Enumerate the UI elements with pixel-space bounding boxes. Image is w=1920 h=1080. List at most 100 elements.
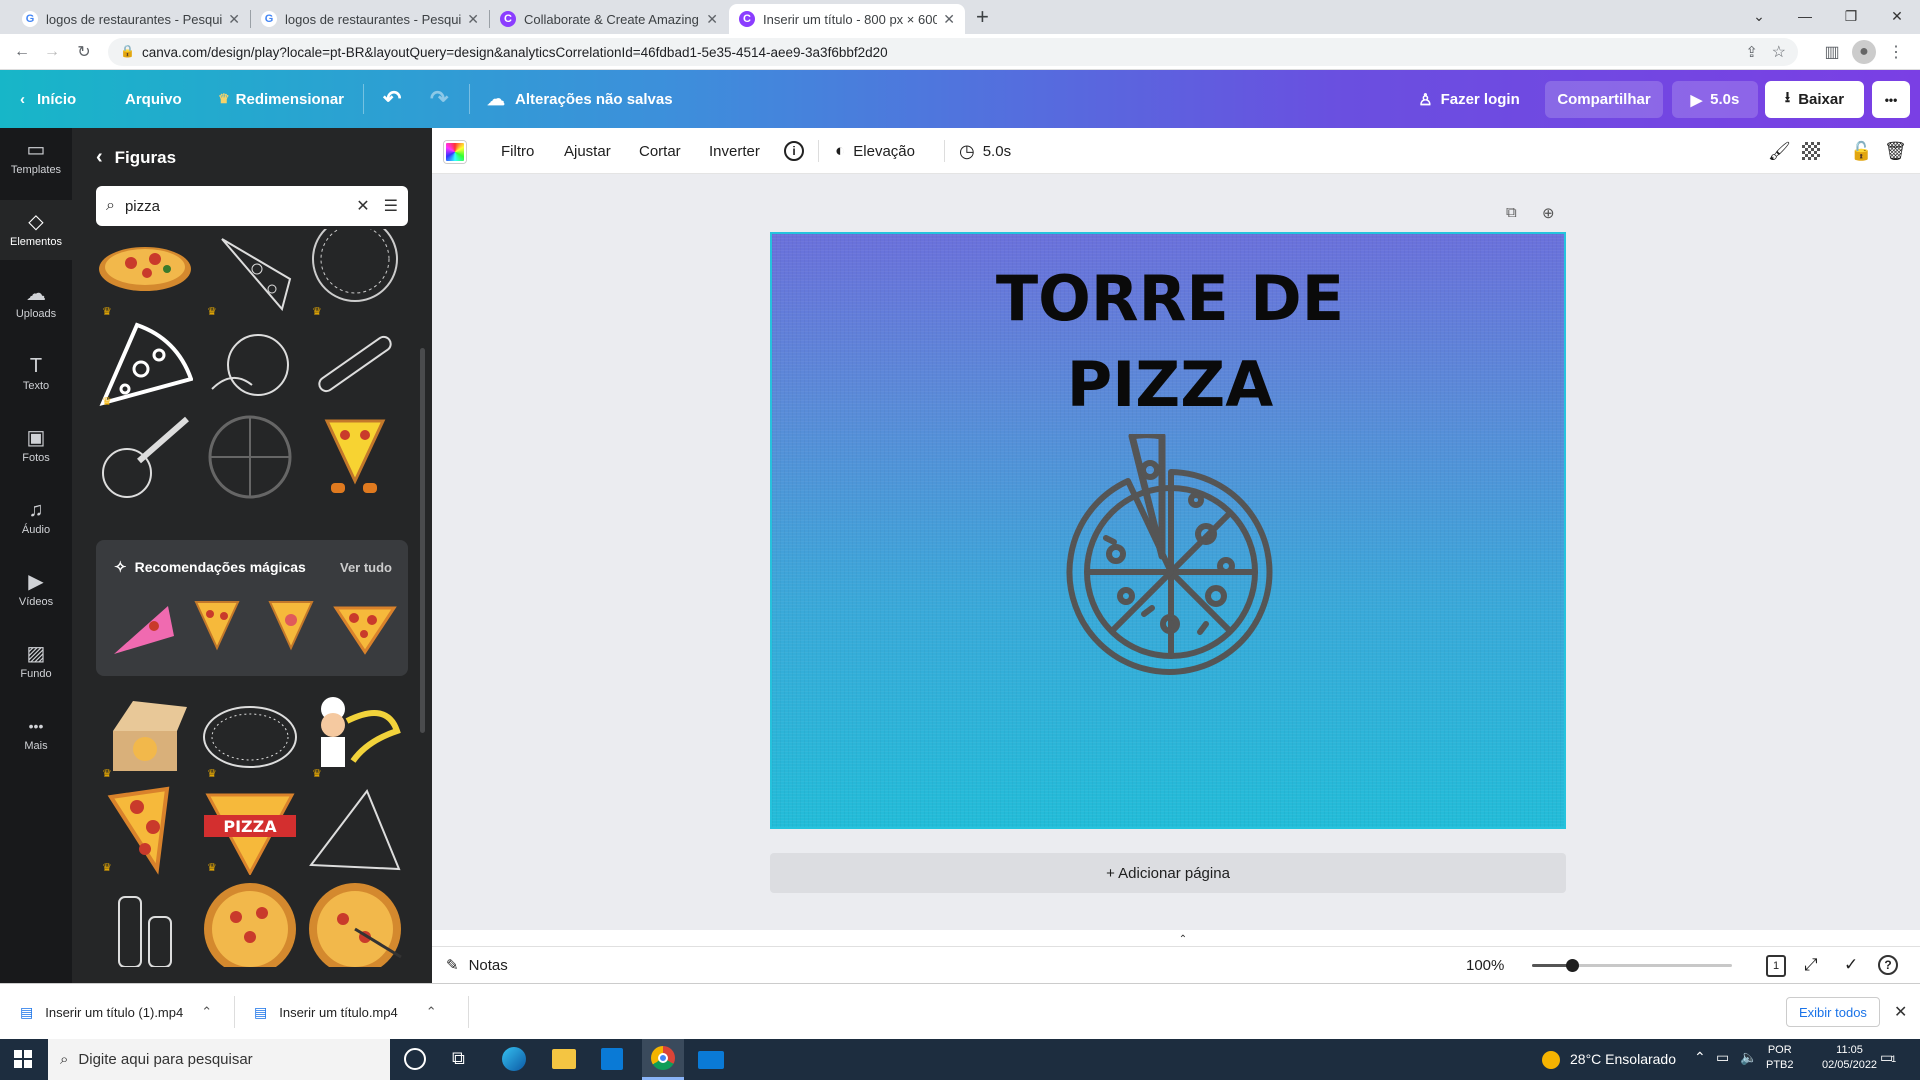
color-picker-icon[interactable]: [444, 141, 466, 163]
pizza-sketch-round[interactable]: ♛: [306, 228, 404, 320]
trash-icon[interactable]: 🗑: [1884, 128, 1907, 174]
rail-item-uploads[interactable]: ☁ Uploads: [0, 272, 72, 332]
back-icon[interactable]: ←: [10, 40, 34, 64]
rail-item-templates[interactable]: ▭ Templates: [0, 128, 72, 188]
search-input[interactable]: [124, 197, 357, 215]
more-options-button[interactable]: •••: [1872, 81, 1910, 118]
share-button[interactable]: Compartilhar: [1545, 81, 1663, 118]
pizza-slice-outline-graphic[interactable]: ♛: [96, 318, 194, 410]
timing-button[interactable]: ◷ 5.0s: [959, 128, 1011, 174]
pizza-slice-pepperoni-graphic[interactable]: ♛: [96, 784, 194, 876]
pizza-icon[interactable]: [1066, 434, 1276, 680]
minimize-icon[interactable]: —: [1782, 0, 1828, 32]
clock[interactable]: 11:05 02/05/2022: [1822, 1043, 1877, 1073]
download-item-2[interactable]: ▤ Inserir um título.mp4 ⌃: [254, 984, 437, 1040]
bookmark-star-icon[interactable]: ☆: [1772, 42, 1786, 62]
browser-tab-1[interactable]: G logos de restaurantes - Pesquisa ✕: [12, 4, 250, 34]
language-indicator[interactable]: POR PTB2: [1766, 1043, 1794, 1073]
zoom-slider-handle[interactable]: [1566, 959, 1579, 972]
windows-start-icon[interactable]: [14, 1050, 32, 1068]
mail-icon[interactable]: [698, 1051, 724, 1069]
pizza-cutter-sketch[interactable]: [96, 410, 194, 502]
magic-item[interactable]: [108, 596, 178, 660]
browser-tab-4[interactable]: C Inserir um título - 800 px × 600 p ✕: [729, 4, 965, 34]
store-icon[interactable]: [601, 1048, 623, 1070]
duplicate-page-icon[interactable]: ⧉: [1506, 204, 1517, 221]
notes-button[interactable]: ✎ Notas: [446, 956, 508, 975]
volume-icon[interactable]: 🔈: [1740, 1049, 1757, 1066]
pizza-whole-graphic[interactable]: ♛: [96, 228, 194, 320]
close-downloads-icon[interactable]: ✕: [1894, 1002, 1907, 1022]
task-view-icon[interactable]: ⧉: [452, 1048, 465, 1069]
pizza-sketch-whole[interactable]: ♛: [201, 690, 299, 782]
rolling-pin-sketch[interactable]: [306, 318, 404, 410]
magic-item[interactable]: [256, 596, 326, 660]
zoom-slider[interactable]: [1532, 959, 1732, 972]
download-item-1[interactable]: ▤ Inserir um título (1).mp4 ⌃: [20, 984, 212, 1040]
flip-button[interactable]: Inverter: [709, 128, 760, 174]
download-button[interactable]: ⭳ Baixar: [1765, 81, 1864, 118]
filter-sliders-icon[interactable]: ☰: [384, 196, 398, 216]
network-icon[interactable]: ▭: [1716, 1049, 1729, 1066]
pizza-logo-graphic[interactable]: PIZZA ♛: [201, 784, 299, 876]
cortana-icon[interactable]: [404, 1048, 426, 1070]
weather-text[interactable]: 28°C Ensolarado: [1570, 1051, 1676, 1067]
add-page-icon[interactable]: ⊕: [1542, 204, 1555, 222]
expand-pages-button[interactable]: ⌃: [1148, 934, 1218, 946]
save-status[interactable]: ☁ Alterações não salvas: [487, 70, 673, 128]
rail-item-videos[interactable]: ▶ Vídeos: [0, 560, 72, 620]
edge-icon[interactable]: [502, 1047, 526, 1071]
profile-avatar-icon[interactable]: ●: [1852, 40, 1876, 64]
show-all-downloads-button[interactable]: Exibir todos: [1786, 997, 1880, 1027]
adjust-button[interactable]: Ajustar: [564, 128, 611, 174]
close-tab-icon[interactable]: ✕: [228, 11, 240, 28]
forward-icon[interactable]: →: [40, 40, 64, 64]
chevron-up-icon[interactable]: ⌃: [1694, 1049, 1706, 1066]
close-tab-icon[interactable]: ✕: [706, 11, 718, 28]
paint-roller-icon[interactable]: 🖌: [1768, 128, 1791, 174]
elevation-button[interactable]: ◐ Elevação: [835, 128, 915, 174]
help-icon[interactable]: ?: [1878, 955, 1898, 975]
info-button[interactable]: i: [784, 128, 804, 174]
pizza-box-graphic[interactable]: ♛: [96, 690, 194, 782]
side-panel-icon[interactable]: ▥: [1820, 40, 1844, 64]
taskbar-search[interactable]: ⌕ Digite aqui para pesquisar: [48, 1039, 390, 1080]
pizza-mascot-graphic[interactable]: [306, 410, 404, 502]
address-bar[interactable]: 🔒 canva.com/design/play?locale=pt-BR&lay…: [108, 38, 1798, 66]
see-all-link[interactable]: Ver tudo: [340, 560, 392, 575]
chevron-up-icon[interactable]: ⌃: [426, 1004, 437, 1020]
design-headline[interactable]: TORRE DE PIZZA: [772, 256, 1564, 428]
panel-header[interactable]: ‹ Figuras: [96, 146, 176, 169]
reload-icon[interactable]: ↻: [72, 40, 96, 64]
rail-item-more[interactable]: ••• Mais: [0, 704, 72, 764]
home-button[interactable]: ‹ Início: [20, 70, 76, 128]
close-tab-icon[interactable]: ✕: [467, 11, 479, 28]
crop-button[interactable]: Cortar: [639, 128, 681, 174]
rail-item-background[interactable]: ▨ Fundo: [0, 632, 72, 692]
notification-center[interactable]: ▭ 1: [1880, 1049, 1896, 1066]
tomato-sketch[interactable]: [201, 318, 299, 410]
browser-tab-2[interactable]: G logos de restaurantes - Pesquisa ✕: [251, 4, 489, 34]
add-page-button[interactable]: + Adicionar página: [770, 853, 1566, 893]
page-count-icon[interactable]: 1: [1766, 955, 1786, 977]
rail-item-photos[interactable]: ▣ Fotos: [0, 416, 72, 476]
fullscreen-icon[interactable]: ⤢: [1804, 955, 1818, 975]
weather-sun-icon[interactable]: [1542, 1051, 1560, 1069]
pizza-slice-sketch[interactable]: ♛: [201, 228, 299, 320]
pizza-top-view-graphic[interactable]: [201, 876, 299, 968]
chevron-up-icon[interactable]: ⌃: [201, 1004, 212, 1020]
file-explorer-icon[interactable]: [552, 1049, 576, 1069]
pizza-lineart-round[interactable]: [201, 410, 299, 502]
undo-icon[interactable]: ↶: [383, 70, 401, 128]
chrome-taskbar-button[interactable]: [642, 1039, 684, 1080]
new-tab-button[interactable]: +: [976, 4, 989, 30]
chrome-menu-icon[interactable]: ⋮: [1884, 40, 1908, 64]
filter-button[interactable]: Filtro: [501, 128, 534, 174]
share-page-icon[interactable]: ⇪: [1745, 43, 1758, 61]
lock-icon[interactable]: 🔓: [1850, 128, 1872, 174]
zoom-level[interactable]: 100%: [1466, 957, 1504, 974]
rail-item-audio[interactable]: ♫ Áudio: [0, 488, 72, 548]
chevron-left-icon[interactable]: ‹: [96, 146, 103, 169]
chef-pizza-graphic[interactable]: ♛: [306, 690, 404, 782]
magic-item[interactable]: [330, 596, 400, 660]
